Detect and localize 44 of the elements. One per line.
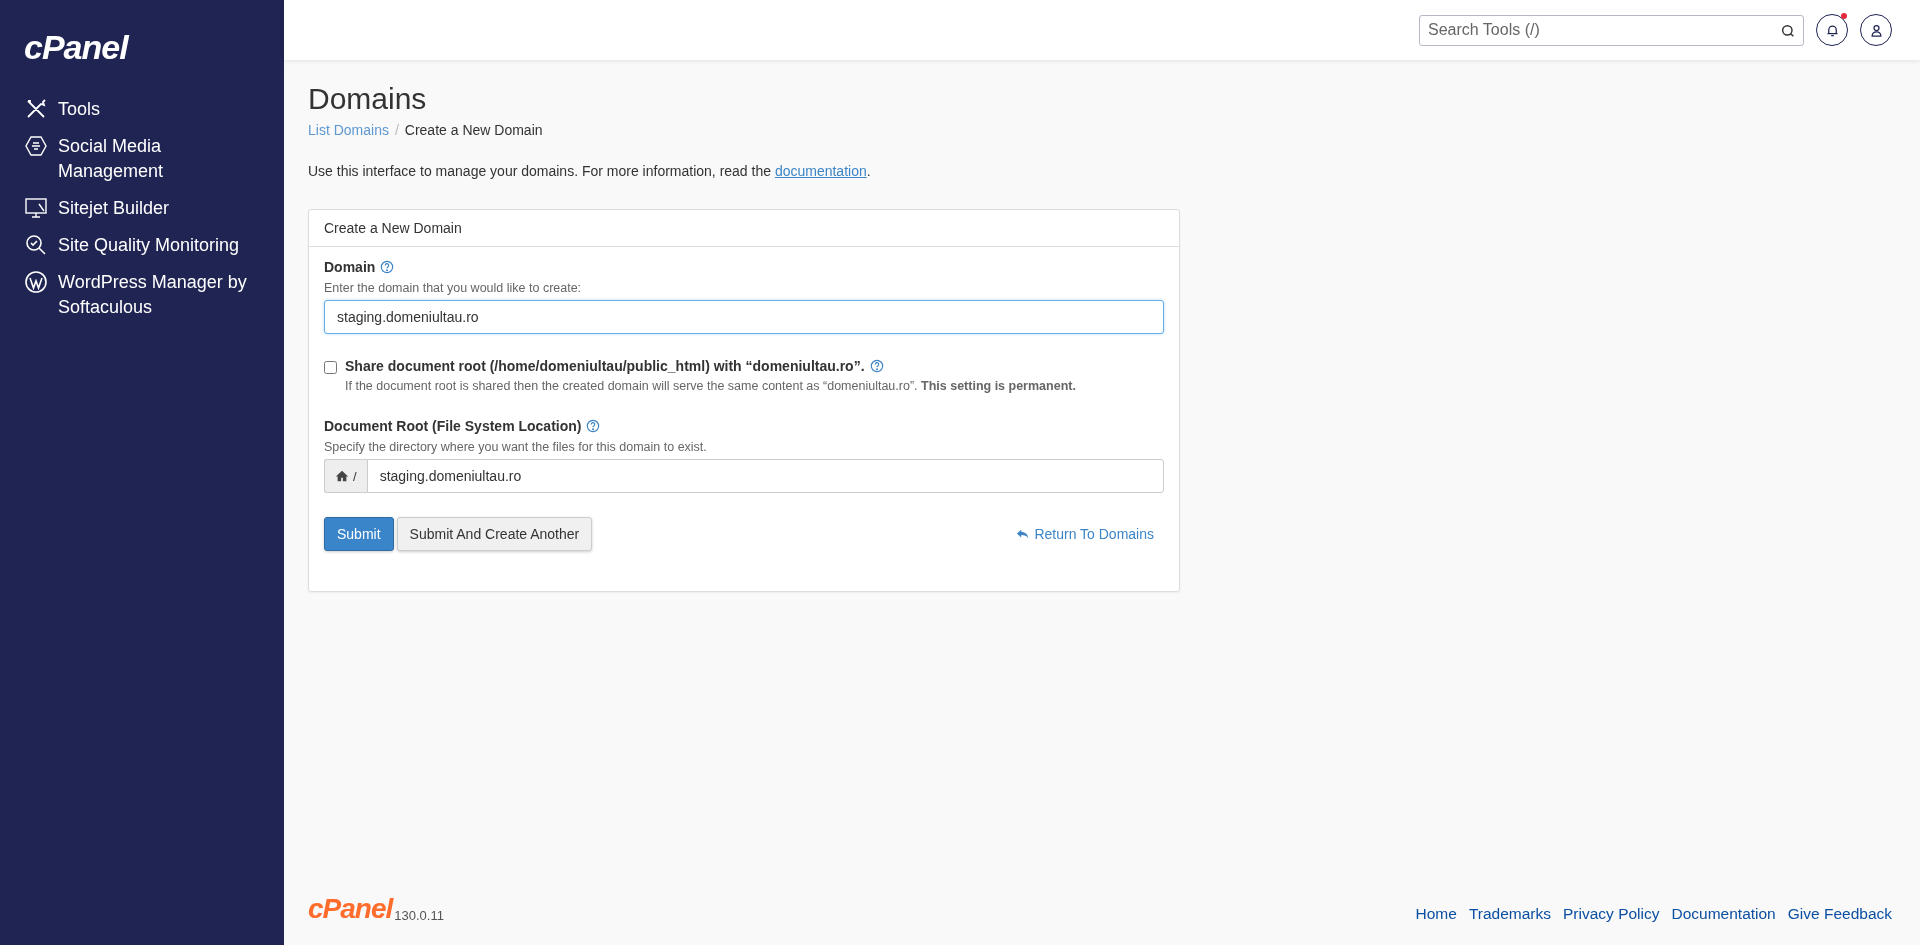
user-button[interactable]: [1860, 14, 1892, 46]
panel-heading: Create a New Domain: [309, 210, 1179, 247]
document-root-input[interactable]: staging.domeniultau.ro: [366, 459, 1164, 493]
user-icon: [1868, 22, 1884, 38]
search-icon: [1780, 22, 1796, 39]
footer-link[interactable]: Privacy Policy: [1563, 905, 1660, 923]
submit-button[interactable]: Submit: [324, 517, 394, 551]
field-hint: Enter the domain that you would like to create:: [324, 281, 583, 295]
wordpress-icon: [24, 270, 48, 294]
help-icon[interactable]: [380, 260, 395, 274]
sidebar-item[interactable]: Social Media Management: [24, 134, 284, 184]
field-label: Domain: [324, 259, 376, 275]
breadcrumb-current: Create a New Domain: [404, 122, 543, 138]
domain-input[interactable]: staging.domeniultau.ro: [324, 300, 1164, 334]
home-icon: [335, 469, 349, 483]
page-title: Domains: [308, 82, 428, 116]
intro-text: Use this interface to manage your domains. For more information, read the documentation.: [308, 163, 872, 179]
footer-link[interactable]: Documentation: [1671, 905, 1776, 923]
field-label: Document Root (File System Location): [324, 418, 582, 434]
return-link[interactable]: Return To Domains: [1016, 526, 1154, 542]
prefix-text: /: [353, 468, 357, 484]
checkbox-hint: If the document root is shared then the created domain will serve the same content as “domeniultau.ro”. This setting is permanent.: [345, 379, 1076, 393]
footer-link[interactable]: Trademarks: [1468, 905, 1551, 923]
breadcrumb-separator: /: [394, 122, 399, 138]
sidebar-item[interactable]: WordPress Manager by Softaculous: [24, 270, 284, 320]
magnifier-check-icon: [24, 233, 48, 257]
hexagon-icon: [24, 134, 48, 158]
share-checkbox[interactable]: [324, 361, 337, 374]
cpanel-logo[interactable]: cPanel: [24, 28, 128, 67]
sidebar-item[interactable]: Sitejet Builder: [24, 196, 284, 221]
sidebar-item[interactable]: Tools: [24, 97, 284, 122]
sidebar-item[interactable]: Site Quality Monitoring: [24, 233, 284, 258]
notifications-button[interactable]: [1816, 14, 1848, 46]
footer-link[interactable]: Give Feedback: [1787, 905, 1892, 923]
documentation-link[interactable]: documentation: [774, 163, 867, 179]
footer-link[interactable]: Home: [1415, 905, 1457, 923]
submit-another-button[interactable]: Submit And Create Another: [396, 517, 593, 551]
help-icon[interactable]: [586, 419, 601, 433]
version-text: 130.0.11: [394, 908, 444, 923]
monitor-icon: [24, 196, 48, 220]
search-field[interactable]: Search Tools (/): [1419, 14, 1804, 46]
field-hint: Specify the directory where you want the files for this domain to exist.: [324, 440, 708, 454]
checkbox-label: Share document root (/home/domeniultau/public_html) with “domeniultau.ro”.: [345, 358, 865, 374]
help-icon[interactable]: [869, 359, 884, 373]
